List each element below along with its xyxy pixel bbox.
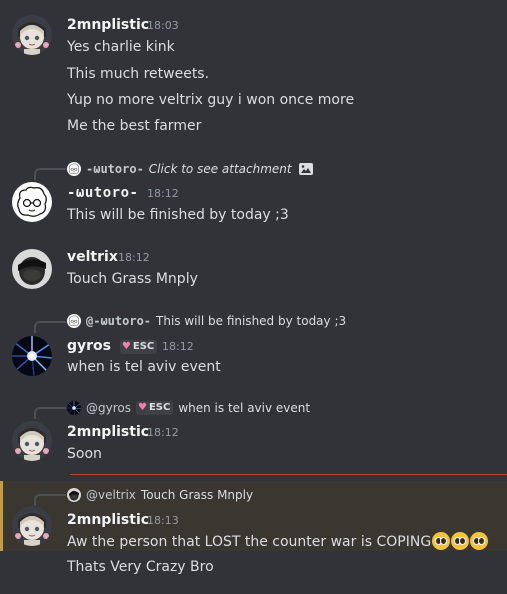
message-text: Thats Very Crazy Bro [67,559,214,575]
reply-text[interactable]: Touch Grass Mnply [141,487,253,503]
timestamp: 18:12 [118,251,150,264]
message-text: Aw the person that LOST the counter war … [67,532,489,551]
new-messages-divider [70,474,507,475]
username-text[interactable]: gyros [67,338,111,354]
reply-connector [34,321,66,333]
message-text: Soon [67,446,102,462]
reply-connector [34,407,66,419]
avatar [67,314,81,328]
username[interactable]: 2mnplistic [67,16,149,34]
username[interactable]: gyros ♥ ESC [67,337,158,355]
message-text: when is tel aviv event [67,359,221,375]
reply-author[interactable]: @gyros [86,400,131,416]
reply-preview[interactable]: @gyros ♥ ESC when is tel aviv event [67,400,310,416]
message-text: Me the best farmer [67,118,202,134]
timestamp: 18:12 [162,340,194,353]
avatar[interactable] [12,506,52,546]
reply-connector [34,494,66,506]
avatar [67,488,81,502]
avatar [67,401,81,415]
username[interactable]: 2mnplistic [67,423,149,441]
reply-text[interactable]: This will be finished by today ;3 [156,313,346,329]
message-text: This much retweets. [67,66,210,82]
username[interactable]: -ωutoro- [67,184,138,202]
reply-text[interactable]: Click to see attachment [149,161,292,177]
reply-preview[interactable]: -ωutoro- Click to see attachment [67,161,314,177]
message-text: This will be finished by today ;3 [67,207,289,223]
pleading-face-emoji[interactable] [432,532,451,550]
mention-highlight-bar [0,481,3,551]
reply-preview[interactable]: @veltrix Touch Grass Mnply [67,487,253,503]
reply-author[interactable]: @-ωutoro- [86,313,151,329]
username[interactable]: 2mnplistic [67,511,149,529]
avatar [67,162,81,176]
avatar[interactable] [12,15,52,55]
message-text: Yup no more veltrix guy i won once more [67,92,355,108]
heart-icon: ♥ [137,402,147,413]
timestamp: 18:12 [147,187,179,200]
clan-tag-badge[interactable]: ♥ ESC [119,340,158,354]
reply-author[interactable]: -ωutoro- [86,161,144,177]
clan-tag-badge: ♥ ESC [135,401,174,415]
avatar[interactable] [12,182,52,222]
reply-text[interactable]: when is tel aviv event [178,400,310,416]
reply-author[interactable]: @veltrix [86,487,136,503]
avatar[interactable] [12,249,52,289]
timestamp: 18:03 [147,19,179,32]
image-icon [298,162,314,176]
timestamp: 18:12 [147,426,179,439]
avatar[interactable] [12,421,52,461]
timestamp: 18:13 [147,514,179,527]
message-text: Touch Grass Mnply [67,271,198,287]
message-text: Yes charlie kink [67,39,175,55]
username[interactable]: veltrix [67,248,118,266]
reply-connector [34,168,66,180]
avatar[interactable] [12,336,52,376]
reply-preview[interactable]: @-ωutoro- This will be finished by today… [67,313,346,329]
heart-icon: ♥ [121,341,131,352]
pleading-face-emoji[interactable] [451,532,470,550]
pleading-face-emoji[interactable] [470,532,489,550]
